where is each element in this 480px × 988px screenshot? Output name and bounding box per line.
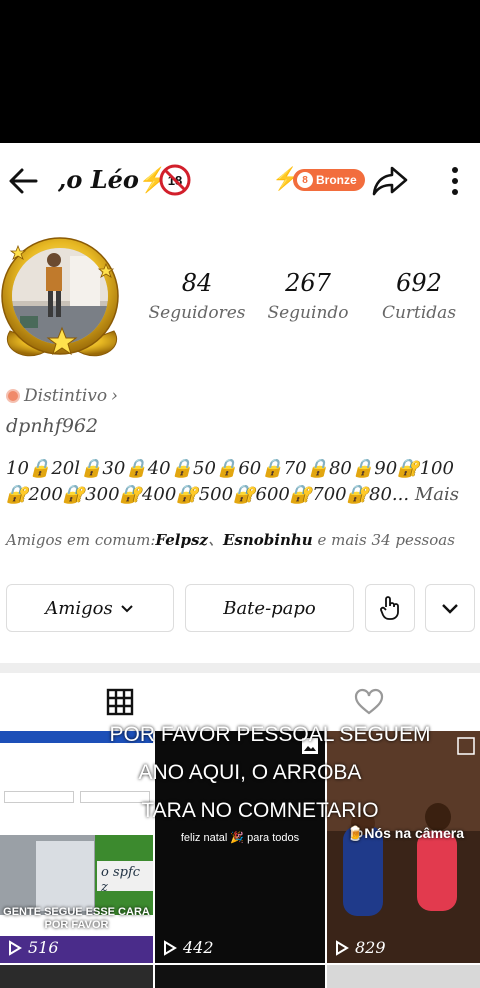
mutual-name-2: Esnobinhu — [222, 531, 313, 549]
video-tile[interactable] — [327, 965, 480, 988]
more-options-icon[interactable] — [446, 163, 464, 199]
video-caption: GENTE SEGUE ESSE CARA POR FAVOR — [3, 906, 150, 931]
video-views: 829 — [335, 938, 386, 957]
chat-button-label: Bate-papo — [223, 597, 316, 619]
friends-button[interactable]: Amigos — [6, 584, 174, 632]
avatar[interactable] — [0, 236, 125, 371]
rank-label: Bronze — [316, 173, 357, 187]
profile-header: ,o Léo⚡ 18 ⚡ 8 Bronze — [0, 143, 480, 215]
view-count: 516 — [28, 938, 59, 957]
section-divider — [0, 663, 480, 673]
chevron-down-icon — [442, 604, 458, 614]
distintivo-icon — [6, 389, 20, 403]
grid-icon — [106, 688, 134, 716]
view-count: 442 — [183, 938, 214, 957]
video-tile[interactable] — [0, 965, 153, 988]
profile-bio: 10🔒20l🔒30🔒40🔒50🔒60🔒70🔒80🔒90🔐100 🔐200🔐300… — [6, 456, 476, 508]
hand-tap-icon — [380, 596, 399, 620]
likes-label: Curtidas — [381, 303, 457, 323]
video-caption: 🍺Nós na câmera — [347, 825, 465, 841]
overlay-text-line-3: TARA NO COMNETARIO — [141, 799, 379, 822]
distintivo-label: Distintivo — [24, 386, 108, 406]
video-sticker: o spfc z — [97, 861, 153, 895]
video-views: 442 — [163, 938, 214, 957]
share-icon[interactable] — [370, 163, 410, 199]
user-handle: dpnhf962 — [6, 415, 99, 437]
bio-more-link[interactable]: Mais — [415, 484, 459, 505]
bio-line-1: 10🔒20l🔒30🔒40🔒50🔒60🔒70🔒80🔒90🔐100 — [6, 458, 454, 479]
play-icon — [336, 939, 349, 956]
play-icon — [164, 939, 177, 956]
mutual-prefix: Amigos em comum: — [6, 531, 156, 549]
likes-count: 692 — [396, 269, 442, 297]
video-caption: feliz natal 🎉 para todos — [180, 832, 300, 844]
profile-username: ,o Léo⚡ — [58, 165, 169, 194]
rank-badge[interactable]: 8 Bronze — [293, 169, 365, 191]
username-text: ,o Léo — [58, 165, 139, 194]
heart-icon — [354, 688, 384, 715]
friends-button-label: Amigos — [45, 597, 113, 619]
video-grid: o spfc z GENTE SEGUE ESSE CARA POR FAVOR… — [0, 723, 480, 988]
back-arrow-icon[interactable] — [6, 163, 42, 199]
bio-line-2: 🔐200🔐300🔐400🔐500🔐600🔐700🔐80... Mais — [6, 482, 476, 508]
chevron-right-icon: › — [111, 386, 118, 406]
overlay-text-line-2: ANO AQUI, O ARROBA — [138, 761, 362, 784]
poke-button[interactable] — [365, 584, 415, 632]
expand-suggestions-button[interactable] — [425, 584, 475, 632]
chat-button[interactable]: Bate-papo — [185, 584, 354, 632]
mutual-suffix: e mais 34 pessoas — [317, 531, 455, 549]
status-bar-area — [0, 0, 480, 143]
mutual-friends[interactable]: Amigos em comum:Felpsz、Esnobinhu e mais … — [6, 529, 455, 550]
stat-likes[interactable]: 692 Curtidas — [354, 269, 480, 323]
bio-line-2-text: 🔐200🔐300🔐400🔐500🔐600🔐700🔐80... — [6, 484, 410, 505]
no-under-18-icon: 18 — [159, 164, 191, 196]
rank-medal-icon: 8 — [297, 172, 313, 188]
chevron-down-icon — [120, 605, 133, 613]
mutual-separator: 、 — [207, 531, 223, 549]
profile-page: ,o Léo⚡ 18 ⚡ 8 Bronze — [0, 143, 480, 988]
video-views: 516 — [8, 938, 59, 957]
play-icon — [9, 939, 22, 956]
video-tile[interactable] — [155, 965, 325, 988]
mutual-name-1: Felpsz — [155, 531, 208, 549]
overlay-text-line-1: POR FAVOR PESSOAL SEGUEM — [109, 723, 431, 746]
distintivo-link[interactable]: Distintivo › — [6, 386, 118, 406]
view-count: 829 — [355, 938, 386, 957]
